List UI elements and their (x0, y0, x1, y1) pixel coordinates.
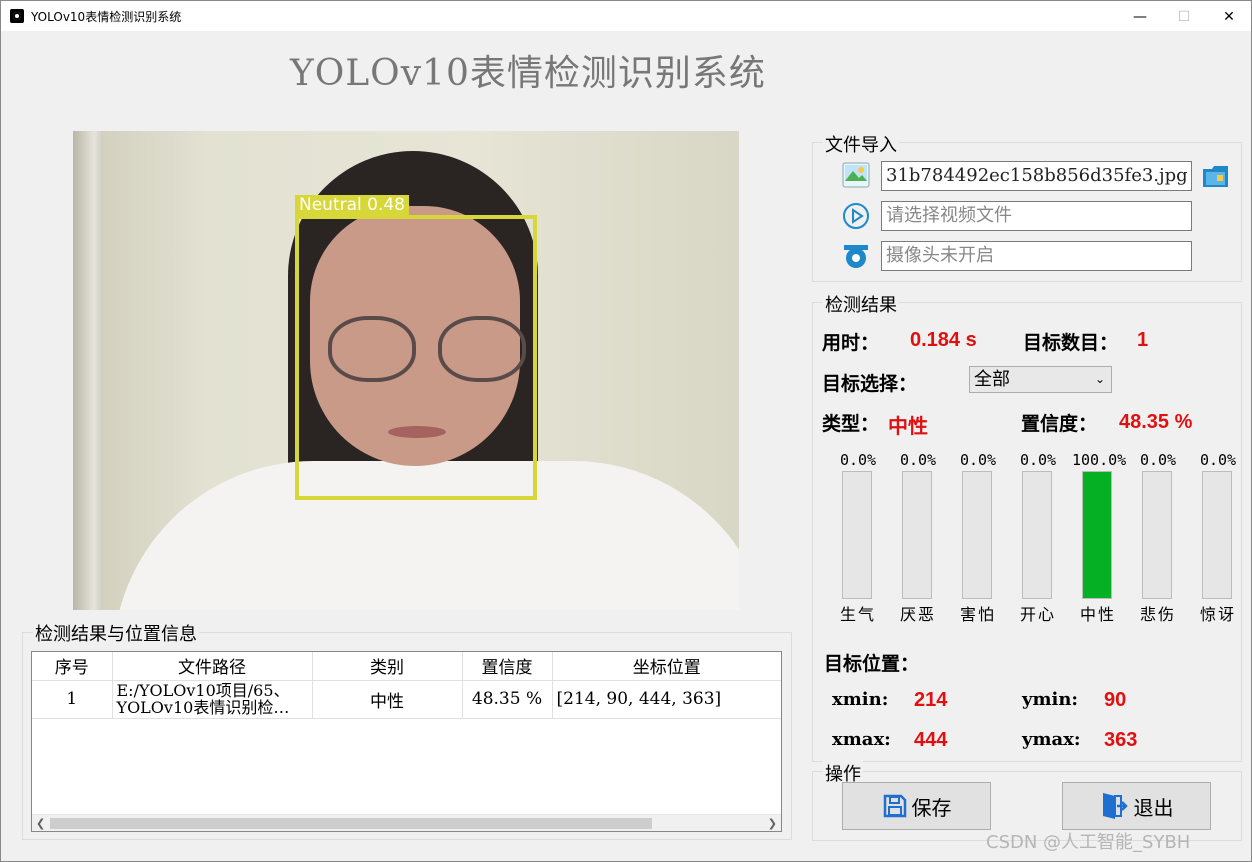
emotion-bar-track (1082, 471, 1112, 599)
emotion-bar-track (962, 471, 992, 599)
column-header[interactable]: 文件路径 (112, 652, 313, 681)
emotion-bar-label: 生气 (839, 605, 876, 624)
folder-open-icon[interactable] (1201, 163, 1231, 189)
emotion-bar-label: 中性 (1079, 605, 1116, 624)
emotion-bar-percent: 0.0% (839, 451, 877, 469)
video-play-icon[interactable] (842, 202, 870, 230)
emotion-bar-label: 悲伤 (1139, 605, 1176, 624)
target-count-value: 1 (1137, 329, 1149, 351)
result-table[interactable]: 序号 文件路径 类别 置信度 坐标位置 1 E:/YOLOv10项目/65、 Y… (31, 651, 782, 832)
scroll-right-icon[interactable]: ❯ (768, 815, 777, 831)
save-icon (883, 794, 906, 818)
video-file-field[interactable]: 请选择视频文件 (881, 201, 1192, 231)
save-button[interactable]: 保存 (842, 782, 991, 830)
window-title: YOLOv10表情检测识别系统 (31, 10, 182, 24)
column-header[interactable]: 坐标位置 (552, 652, 781, 681)
column-header[interactable]: 置信度 (462, 652, 553, 681)
emotion-bar-percent: 0.0% (1019, 451, 1057, 469)
result-table-title: 检测结果与位置信息 (33, 620, 199, 646)
emotion-bar-label: 开心 (1019, 605, 1056, 624)
target-position-label: 目标位置： (824, 653, 920, 675)
detection-result-title: 检测结果 (823, 291, 899, 317)
camera-status-field[interactable]: 摄像头未开启 (881, 241, 1192, 271)
title-bar: YOLOv10表情检测识别系统 — ☐ ✕ (0, 0, 1252, 31)
cell-path: E:/YOLOv10项目/65、 YOLOv10表情识别检… (112, 680, 313, 719)
ymin-label: ymin: (1022, 689, 1079, 710)
app-icon (10, 9, 24, 23)
horizontal-scrollbar[interactable]: ❮ ❯ (32, 814, 781, 831)
emotion-bar-label: 害怕 (959, 605, 996, 624)
minimize-button[interactable]: — (1117, 1, 1163, 32)
cell-coordinates: [214, 90, 444, 363] (552, 680, 781, 719)
cell-confidence: 48.35 % (462, 680, 553, 719)
chevron-down-icon: ⌄ (1094, 372, 1105, 386)
close-button[interactable]: ✕ (1206, 1, 1252, 32)
bounding-box-label: Neutral 0.48 (295, 195, 410, 215)
table-row[interactable]: 1 E:/YOLOv10项目/65、 YOLOv10表情识别检… 中性 48.3… (32, 680, 781, 719)
emotion-bar-label: 惊讶 (1199, 605, 1236, 624)
maximize-button[interactable]: ☐ (1161, 1, 1207, 32)
file-import-title: 文件导入 (823, 131, 899, 157)
target-select-value: 全部 (974, 369, 1010, 390)
emotion-bar-label: 厌恶 (899, 605, 936, 624)
emotion-bar-percent: 0.0% (899, 451, 937, 469)
type-label: 类型： (822, 413, 880, 435)
emotion-bar-track (902, 471, 932, 599)
column-header[interactable]: 类别 (312, 652, 463, 681)
save-button-label: 保存 (911, 795, 952, 820)
cell-index: 1 (32, 680, 113, 719)
target-select-label: 目标选择： (822, 373, 918, 395)
column-header[interactable]: 序号 (32, 652, 113, 681)
scrollbar-thumb[interactable] (50, 818, 652, 829)
emotion-bar-percent: 100.0% (1072, 451, 1127, 469)
confidence-label: 置信度： (1021, 413, 1098, 435)
exit-button[interactable]: 退出 (1062, 782, 1211, 830)
confidence-value: 48.35 % (1119, 411, 1193, 433)
ymax-value: 363 (1104, 729, 1138, 751)
page-title: YOLOv10表情检测识别系统 (290, 53, 766, 94)
scroll-left-icon[interactable]: ❮ (36, 815, 45, 831)
emotion-bar-track (1202, 471, 1232, 599)
image-icon[interactable] (842, 162, 870, 188)
detection-image: Neutral 0.48 (73, 131, 739, 610)
cell-class: 中性 (312, 680, 463, 719)
xmin-label: xmin: (832, 689, 889, 710)
exit-button-label: 退出 (1133, 795, 1174, 820)
emotion-bar-percent: 0.0% (1139, 451, 1177, 469)
emotion-bar-percent: 0.0% (1199, 451, 1237, 469)
xmax-value: 444 (914, 729, 948, 751)
watermark: CSDN @人工智能_SYBH (986, 832, 1191, 853)
xmax-label: xmax: (832, 729, 891, 750)
table-header-row: 序号 文件路径 类别 置信度 坐标位置 (32, 652, 781, 681)
cell-path-line2: YOLOv10表情识别检… (116, 698, 290, 717)
target-select-dropdown[interactable]: 全部 ⌄ (969, 366, 1112, 393)
bounding-box (295, 215, 537, 500)
exit-icon (1102, 793, 1128, 819)
target-count-label: 目标数目： (1023, 332, 1119, 354)
time-value: 0.184 s (910, 329, 977, 351)
emotion-bar-track (1142, 471, 1172, 599)
xmin-value: 214 (914, 689, 948, 711)
camera-icon[interactable] (842, 242, 870, 270)
image-path-field[interactable]: 31b784492ec158b856d35fe3.jpg (881, 161, 1192, 191)
emotion-bar-track (842, 471, 872, 599)
emotion-bar-percent: 0.0% (959, 451, 997, 469)
ymax-label: ymax: (1022, 729, 1081, 750)
type-value: 中性 (888, 416, 928, 438)
curtain (73, 131, 103, 610)
time-label: 用时： (822, 332, 880, 354)
emotion-bar-fill (1083, 472, 1111, 598)
ymin-value: 90 (1104, 689, 1127, 711)
emotion-bar-track (1022, 471, 1052, 599)
cell-path-line1: E:/YOLOv10项目/65、 (116, 681, 290, 700)
